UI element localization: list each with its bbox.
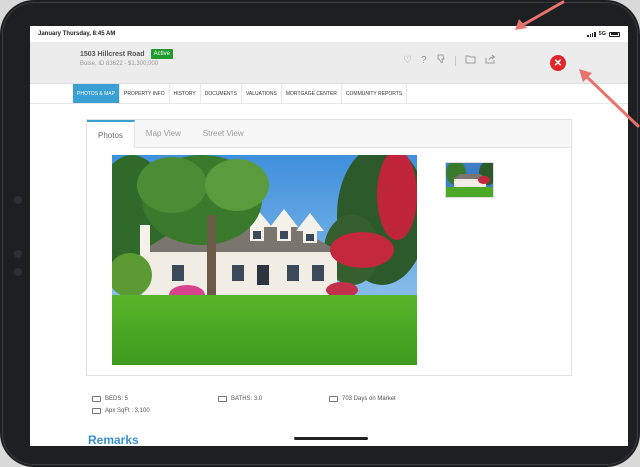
- tab-history[interactable]: HISTORY: [170, 84, 201, 103]
- side-button: [14, 268, 22, 276]
- listing-address-row: 1503 Hillcrest Road Active: [80, 49, 173, 59]
- side-button: [14, 250, 22, 258]
- days-stat: 703 Days on Market: [329, 396, 396, 402]
- bath-icon: [218, 396, 227, 402]
- days-label: 703 Days on Market: [342, 396, 396, 402]
- header-actions: ♡ ?: [403, 54, 496, 67]
- status-indicators: 5G: [587, 31, 620, 37]
- tab-community-reports[interactable]: COMMUNITY REPORTS: [342, 84, 408, 103]
- side-button: [14, 196, 22, 204]
- beds-stat: BEDS: 5: [92, 396, 128, 402]
- tab-street-view[interactable]: Street View: [192, 120, 255, 147]
- tab-valuations[interactable]: VALUATIONS: [242, 84, 282, 103]
- photo-thumbnail[interactable]: [445, 162, 494, 198]
- sqft-label: Apx SqFt : 3,100: [105, 408, 150, 414]
- area-icon: [92, 408, 101, 414]
- calendar-icon: [329, 396, 338, 402]
- listing-address: 1503 Hillcrest Road: [80, 50, 145, 58]
- listing-header: 1503 Hillcrest Road Active Boise, ID 836…: [30, 42, 628, 84]
- home-indicator[interactable]: [294, 437, 368, 440]
- tablet-screen: January Thursday, 8:45 AM 5G 1503 Hillcr…: [30, 26, 628, 446]
- beds-label: BEDS: 5: [105, 396, 129, 402]
- header-divider: [454, 55, 456, 66]
- heart-icon[interactable]: ♡: [403, 55, 412, 66]
- tab-photos-map[interactable]: PHOTOS & MAP: [73, 84, 120, 103]
- main-photo[interactable]: [112, 155, 417, 365]
- baths-stat: BATHS: 3.0: [218, 396, 262, 402]
- signal-icon: [587, 31, 596, 37]
- tab-documents[interactable]: DOCUMENTS: [201, 84, 242, 103]
- network-label: 5G: [598, 31, 606, 37]
- tab-map-view[interactable]: Map View: [135, 120, 192, 147]
- baths-label: BATHS: 3.0: [231, 396, 263, 402]
- status-time: January Thursday, 8:45 AM: [38, 31, 116, 37]
- battery-icon: [609, 31, 620, 37]
- listing-subtitle: Boise, ID 83622 - $1,300,000: [80, 61, 159, 67]
- house-photo-illustration: [112, 155, 417, 365]
- media-tabs: Photos Map View Street View: [87, 120, 571, 148]
- tab-property-info[interactable]: PROPERTY INFO: [120, 84, 170, 103]
- share-icon[interactable]: [485, 54, 496, 67]
- bed-icon: [92, 396, 101, 402]
- close-button[interactable]: ✕: [550, 55, 566, 71]
- help-icon[interactable]: ?: [421, 55, 427, 66]
- close-icon: ✕: [553, 57, 563, 69]
- remarks-heading: Remarks: [88, 433, 139, 446]
- annotation-arrow-top: [515, 0, 565, 30]
- thumbs-down-icon[interactable]: [436, 54, 446, 67]
- thumbnail-illustration: [446, 163, 493, 197]
- section-nav: PHOTOS & MAP PROPERTY INFO HISTORY DOCUM…: [30, 84, 628, 104]
- status-badge: Active: [150, 49, 173, 59]
- tab-photos[interactable]: Photos: [87, 120, 135, 148]
- media-panel: Photos Map View Street View: [86, 119, 572, 376]
- tab-mortgage-center[interactable]: MORTGAGE CENTER: [282, 84, 342, 103]
- sqft-stat: Apx SqFt : 3,100: [92, 408, 150, 414]
- folder-icon[interactable]: [465, 54, 476, 67]
- annotation-arrow-right: [579, 69, 640, 128]
